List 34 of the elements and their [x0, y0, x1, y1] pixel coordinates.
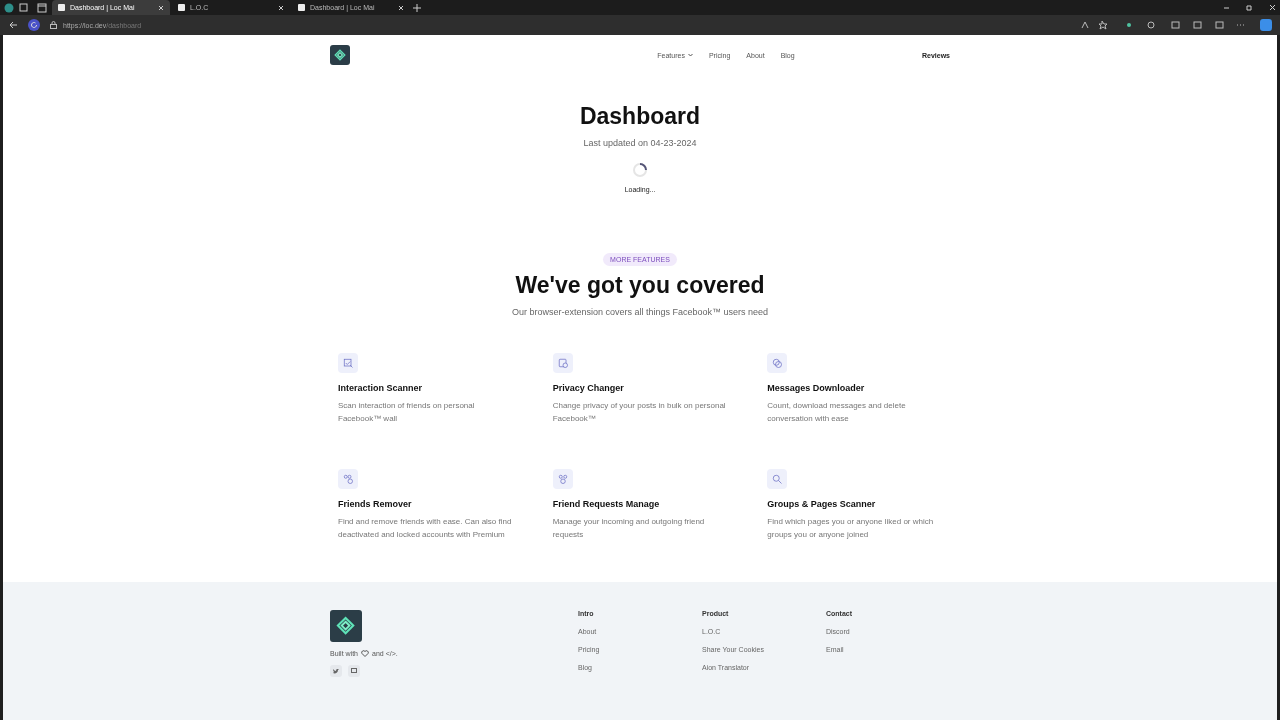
feature-description: Find and remove friends with ease. Can also find deactivated and locked accounts with Premium	[338, 516, 513, 541]
close-icon[interactable]	[398, 4, 404, 11]
favicon-icon	[58, 4, 65, 11]
feature-description: Scan interaction of friends on personal Facebook™ wall	[338, 400, 476, 425]
copilot-icon[interactable]	[1260, 19, 1272, 31]
browser-logo-icon[interactable]	[4, 2, 14, 13]
page-title: Dashboard	[579, 103, 701, 130]
feature-title: Messages Downloader	[767, 383, 866, 393]
logo-icon	[336, 616, 356, 636]
twitter-icon[interactable]	[330, 665, 342, 677]
feature-title: Interaction Scanner	[338, 383, 424, 393]
lock-icon	[50, 21, 57, 29]
back-icon[interactable]	[8, 20, 18, 30]
feature-title: Privacy Changer	[552, 383, 625, 393]
favicon-icon	[298, 4, 305, 11]
close-icon[interactable]	[158, 4, 164, 11]
section-title: We've got you covered	[515, 272, 765, 299]
favicon-icon	[178, 4, 185, 11]
feature-title: Friends Remover	[338, 499, 413, 509]
feature-description: Count, download messages and delete conversation with ease	[767, 400, 907, 425]
feature-description: Find which pages you or anyone liked or which groups you or anyone joined	[767, 516, 935, 541]
reload-icon[interactable]	[28, 19, 40, 31]
close-icon[interactable]	[278, 4, 284, 11]
loading-spinner-icon	[632, 162, 648, 178]
new-tab-icon[interactable]	[412, 2, 422, 13]
feature-description: Change privacy of your posts in bulk on personal Facebook™	[552, 400, 727, 425]
site-logo[interactable]	[330, 45, 350, 65]
last-updated-text: Last updated on 04-23-2024	[583, 138, 697, 148]
feature-title: Friend Requests Manage	[552, 499, 661, 509]
heart-icon	[361, 650, 369, 657]
logo-icon	[334, 49, 346, 61]
feature-title: Groups & Pages Scanner	[767, 499, 877, 509]
section-subtitle: Our browser-extension covers all things Facebook™ users need	[511, 307, 769, 317]
feature-description: Manage your incoming and outgoing friend requests	[552, 516, 706, 541]
